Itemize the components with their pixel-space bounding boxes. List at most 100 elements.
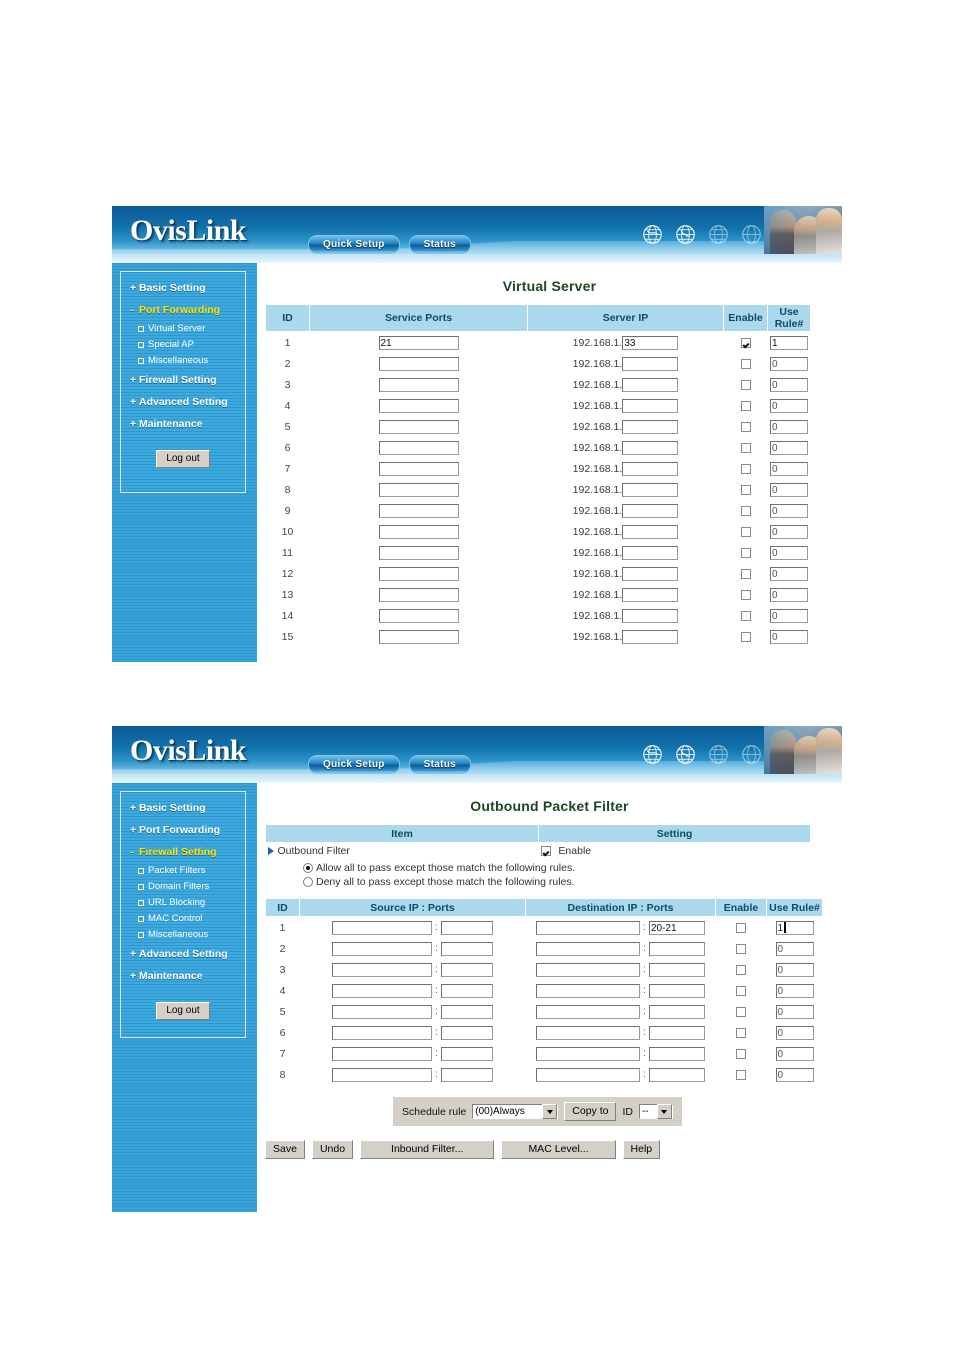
- use-rule-input[interactable]: 0: [770, 398, 808, 413]
- server-ip-input[interactable]: [622, 629, 679, 644]
- enable-checkbox[interactable]: [736, 1027, 746, 1038]
- destination-ip-input[interactable]: [536, 1046, 641, 1061]
- copy-to-button[interactable]: Copy to: [564, 1102, 617, 1121]
- sidebar-subitem-packet-filters[interactable]: Packet Filters: [121, 863, 245, 879]
- service-ports-input[interactable]: [378, 461, 459, 476]
- chevron-down-icon[interactable]: [542, 1104, 558, 1119]
- source-ip-input[interactable]: [332, 1004, 433, 1019]
- enable-checkbox[interactable]: [736, 943, 746, 954]
- server-ip-input[interactable]: [622, 461, 679, 476]
- enable-checkbox[interactable]: [736, 922, 746, 933]
- use-rule-input[interactable]: 0: [770, 482, 808, 497]
- source-ip-input[interactable]: [332, 941, 433, 956]
- server-ip-input[interactable]: [622, 440, 679, 455]
- sidebar-item-basic-setting[interactable]: + Basic Setting: [121, 797, 245, 819]
- help-button[interactable]: Help: [622, 1140, 661, 1159]
- use-rule-input[interactable]: 0: [770, 608, 808, 623]
- logout-button[interactable]: Log out: [156, 450, 210, 468]
- quick-setup-button[interactable]: Quick Setup: [308, 755, 400, 774]
- use-rule-input[interactable]: 0: [775, 1067, 814, 1082]
- enable-checkbox[interactable]: [740, 400, 751, 411]
- service-ports-input[interactable]: [378, 503, 459, 518]
- destination-port-input[interactable]: [648, 1025, 705, 1040]
- destination-port-input[interactable]: [648, 1067, 705, 1082]
- use-rule-input[interactable]: 0: [770, 461, 808, 476]
- enable-checkbox[interactable]: [740, 463, 751, 474]
- enable-checkbox[interactable]: [740, 421, 751, 432]
- quick-setup-button[interactable]: Quick Setup: [308, 235, 400, 254]
- server-ip-input[interactable]: [622, 356, 679, 371]
- outbound-filter-enable-checkbox[interactable]: [540, 846, 551, 857]
- sidebar-subitem-special-ap[interactable]: Special AP: [121, 337, 245, 353]
- enable-checkbox[interactable]: [740, 484, 751, 495]
- source-port-input[interactable]: [440, 1025, 493, 1040]
- sidebar-subitem-url-blocking[interactable]: URL Blocking: [121, 895, 245, 911]
- use-rule-input[interactable]: 0: [770, 587, 808, 602]
- service-ports-input[interactable]: [378, 608, 459, 623]
- service-ports-input[interactable]: [378, 629, 459, 644]
- use-rule-input[interactable]: 1: [770, 335, 808, 350]
- use-rule-input[interactable]: 0: [775, 1046, 814, 1061]
- enable-checkbox[interactable]: [740, 526, 751, 537]
- use-rule-input[interactable]: 0: [775, 941, 814, 956]
- destination-ip-input[interactable]: [536, 1025, 641, 1040]
- sidebar-item-port-forwarding[interactable]: - Port Forwarding: [121, 299, 245, 321]
- server-ip-input[interactable]: [622, 503, 679, 518]
- use-rule-input[interactable]: 0: [775, 1004, 814, 1019]
- source-ip-input[interactable]: [332, 1025, 433, 1040]
- destination-ip-input[interactable]: [536, 920, 641, 935]
- use-rule-input[interactable]: 0: [770, 629, 808, 644]
- sidebar-subitem-miscellaneous[interactable]: Miscellaneous: [121, 353, 245, 369]
- destination-ip-input[interactable]: [536, 983, 641, 998]
- use-rule-input[interactable]: 0: [770, 545, 808, 560]
- use-rule-input[interactable]: 0: [775, 962, 814, 977]
- use-rule-input[interactable]: 0: [770, 503, 808, 518]
- enable-checkbox[interactable]: [740, 589, 751, 600]
- sidebar-item-firewall-setting[interactable]: - Firewall Setting: [121, 841, 245, 863]
- logout-button[interactable]: Log out: [156, 1002, 210, 1020]
- source-ip-input[interactable]: [332, 920, 433, 935]
- destination-port-input[interactable]: 20-21: [648, 920, 705, 935]
- sidebar-item-port-forwarding[interactable]: + Port Forwarding: [121, 819, 245, 841]
- radio-allow-row[interactable]: Allow all to pass except those match the…: [257, 861, 842, 875]
- enable-checkbox[interactable]: [736, 1069, 746, 1080]
- service-ports-input[interactable]: [378, 398, 459, 413]
- server-ip-input[interactable]: [622, 398, 679, 413]
- use-rule-input[interactable]: 0: [775, 983, 814, 998]
- use-rule-input[interactable]: 0: [770, 356, 808, 371]
- server-ip-input[interactable]: [622, 482, 679, 497]
- server-ip-input[interactable]: [622, 566, 679, 581]
- enable-checkbox[interactable]: [736, 964, 746, 975]
- enable-checkbox[interactable]: [740, 358, 751, 369]
- source-ip-input[interactable]: [332, 1067, 433, 1082]
- save-button[interactable]: Save: [265, 1140, 305, 1159]
- use-rule-input[interactable]: 0: [770, 419, 808, 434]
- enable-checkbox[interactable]: [740, 337, 751, 348]
- destination-ip-input[interactable]: [536, 962, 641, 977]
- sidebar-item-firewall-setting[interactable]: + Firewall Setting: [121, 369, 245, 391]
- radio-deny-row[interactable]: Deny all to pass except those match the …: [257, 875, 842, 889]
- service-ports-input[interactable]: [378, 419, 459, 434]
- server-ip-input[interactable]: 33: [622, 335, 679, 350]
- destination-ip-input[interactable]: [536, 1067, 641, 1082]
- radio-deny[interactable]: [303, 877, 313, 888]
- sidebar-item-advanced-setting[interactable]: + Advanced Setting: [121, 391, 245, 413]
- source-port-input[interactable]: [440, 920, 493, 935]
- service-ports-input[interactable]: [378, 566, 459, 581]
- destination-ip-input[interactable]: [536, 1004, 641, 1019]
- source-port-input[interactable]: [440, 962, 493, 977]
- service-ports-input[interactable]: [378, 524, 459, 539]
- enable-checkbox[interactable]: [740, 610, 751, 621]
- destination-port-input[interactable]: [648, 1046, 705, 1061]
- server-ip-input[interactable]: [622, 419, 679, 434]
- radio-allow[interactable]: [303, 863, 313, 874]
- enable-checkbox[interactable]: [740, 505, 751, 516]
- use-rule-input[interactable]: 0: [775, 1025, 814, 1040]
- sidebar-subitem-virtual-server[interactable]: Virtual Server: [121, 321, 245, 337]
- copy-to-id-select[interactable]: --: [638, 1104, 673, 1119]
- destination-port-input[interactable]: [648, 941, 705, 956]
- schedule-rule-select[interactable]: (00)Always: [472, 1104, 559, 1119]
- chevron-down-icon[interactable]: [656, 1104, 672, 1119]
- server-ip-input[interactable]: [622, 545, 679, 560]
- sidebar-subitem-domain-filters[interactable]: Domain Filters: [121, 879, 245, 895]
